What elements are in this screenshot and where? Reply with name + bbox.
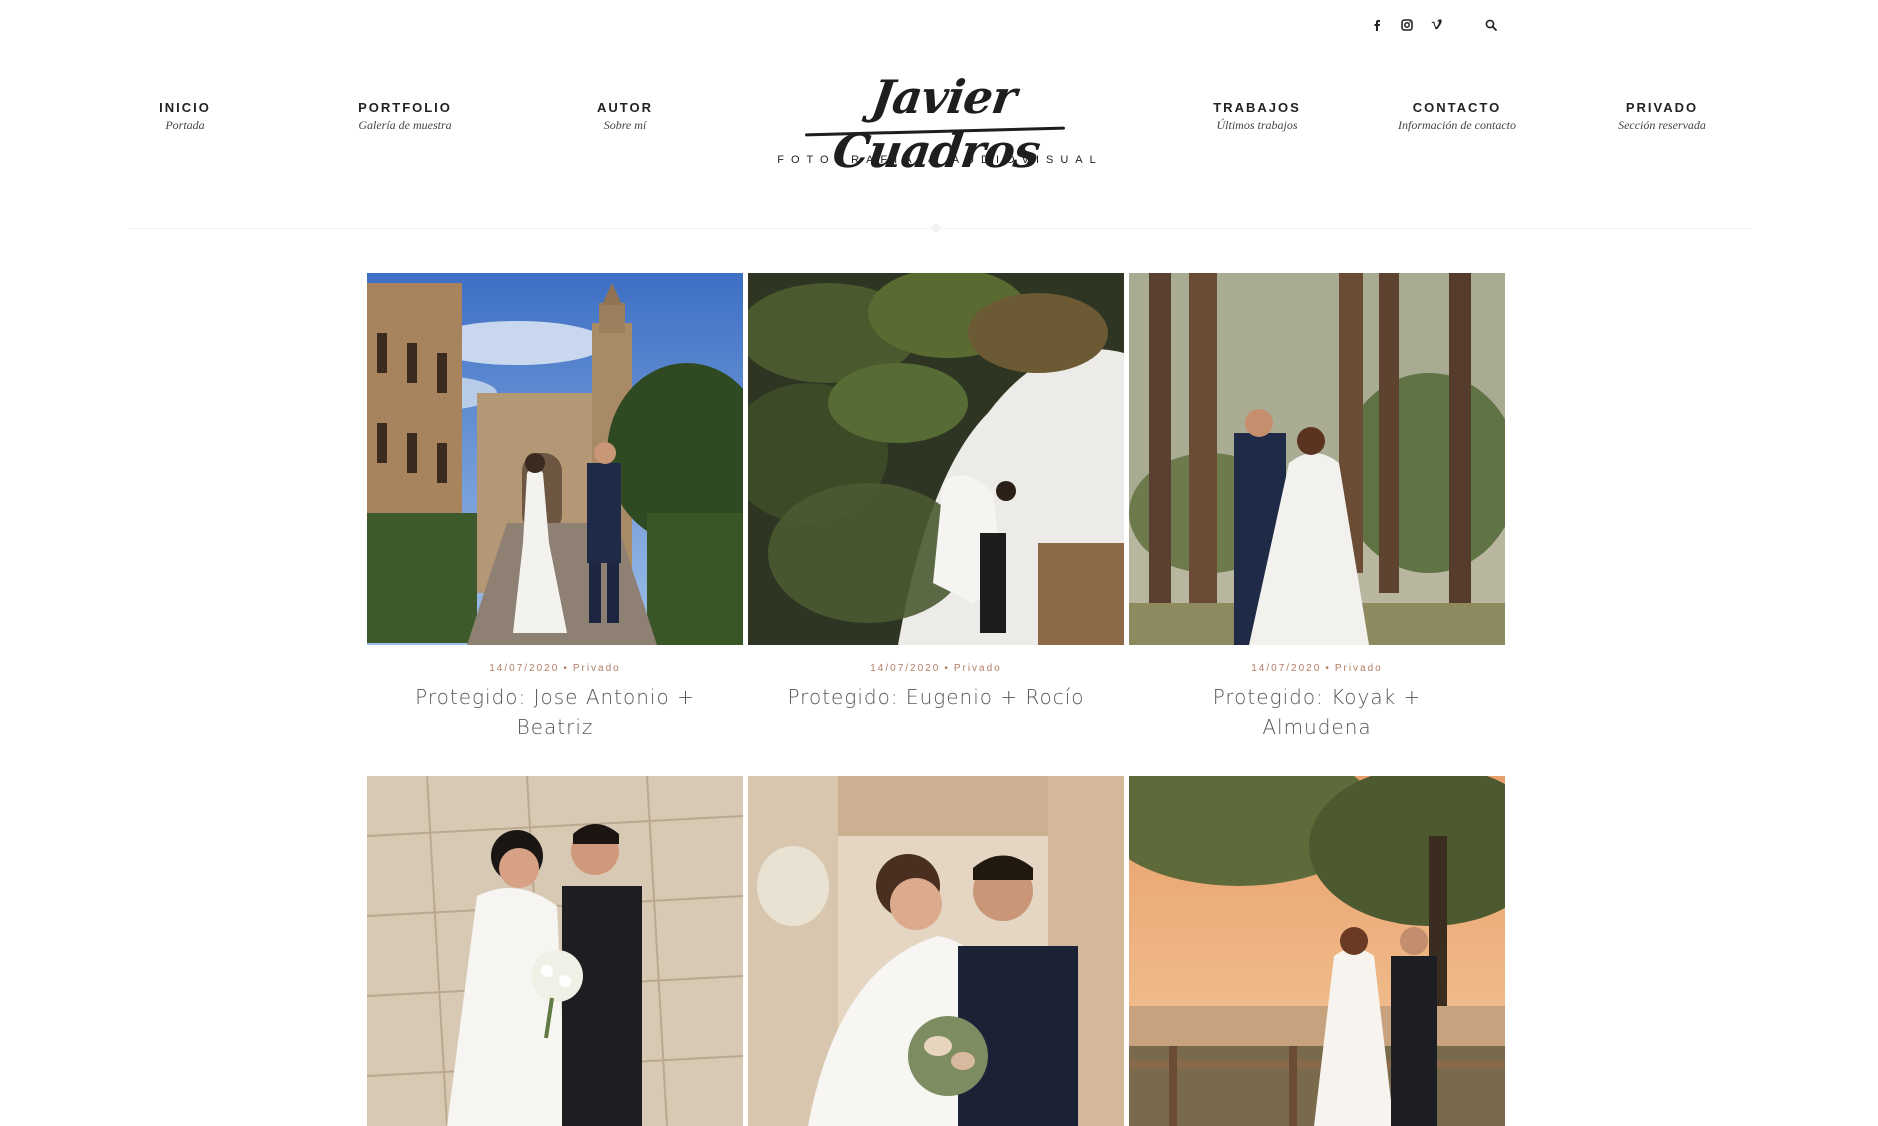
posts-grid: 14/07/2020 • Privado Protegido: Jose Anton… bbox=[367, 273, 1509, 1126]
nav-subtitle: Galería de muestra bbox=[358, 118, 452, 132]
nav-item-contacto[interactable]: CONTACTO Información de contacto bbox=[1398, 100, 1516, 133]
nav-item-trabajos[interactable]: TRABAJOS Últimos trabajos bbox=[1213, 100, 1301, 133]
nav-subtitle: Últimos trabajos bbox=[1216, 118, 1298, 132]
nav-label: INICIO bbox=[159, 100, 211, 115]
post-title[interactable]: Protegido: Eugenio + Rocío bbox=[778, 682, 1094, 742]
site-logo[interactable]: Javier Cuadros FOTOGRAFÍA & AUDIOVISUAL bbox=[775, 62, 1105, 182]
post-date: 14/07/2020 bbox=[1251, 663, 1322, 674]
facebook-icon[interactable] bbox=[1370, 18, 1384, 32]
meta-separator: • bbox=[563, 663, 569, 674]
post-date: 14/07/2020 bbox=[870, 663, 941, 674]
post-title[interactable]: Protegido: Koyak + Almudena bbox=[1159, 682, 1475, 742]
nav-item-inicio[interactable]: INICIO Portada bbox=[159, 100, 211, 133]
post-thumbnail[interactable] bbox=[367, 273, 743, 645]
logo-tagline: FOTOGRAFÍA & AUDIOVISUAL bbox=[777, 154, 1103, 166]
vimeo-icon[interactable] bbox=[1430, 18, 1444, 32]
post-card[interactable] bbox=[1129, 776, 1505, 1126]
post-card[interactable] bbox=[748, 776, 1124, 1126]
post-category[interactable]: Privado bbox=[1335, 663, 1383, 674]
site-header: INICIO Portada PORTFOLIO Galería de mues… bbox=[0, 56, 1878, 186]
post-card[interactable]: 14/07/2020 • Privado Protegido: Koyak + Al… bbox=[1129, 273, 1505, 776]
meta-separator: • bbox=[944, 663, 950, 674]
search-icon[interactable] bbox=[1484, 18, 1498, 32]
post-category[interactable]: Privado bbox=[573, 663, 621, 674]
post-meta: 14/07/2020 • Privado bbox=[367, 663, 743, 674]
nav-subtitle: Información de contacto bbox=[1398, 118, 1516, 132]
nav-label: PRIVADO bbox=[1625, 100, 1699, 115]
post-date: 14/07/2020 bbox=[489, 663, 560, 674]
social-bar bbox=[1370, 18, 1498, 32]
meta-separator: • bbox=[1325, 663, 1331, 674]
nav-item-autor[interactable]: AUTOR Sobre mí bbox=[597, 100, 653, 133]
post-card[interactable]: 14/07/2020 • Privado Protegido: Eugenio + … bbox=[748, 273, 1124, 776]
nav-label: TRABAJOS bbox=[1213, 100, 1301, 115]
divider-dot bbox=[932, 224, 940, 232]
nav-label: PORTFOLIO bbox=[358, 100, 452, 115]
post-meta: 14/07/2020 • Privado bbox=[1129, 663, 1505, 674]
instagram-icon[interactable] bbox=[1400, 18, 1414, 32]
nav-subtitle: Sección reservada bbox=[1618, 118, 1706, 132]
nav-subtitle: Portada bbox=[165, 118, 205, 132]
nav-label: AUTOR bbox=[597, 100, 653, 115]
nav-label: CONTACTO bbox=[1412, 100, 1502, 115]
post-thumbnail[interactable] bbox=[748, 273, 1124, 645]
post-title[interactable]: Protegido: Jose Antonio + Beatriz bbox=[397, 682, 713, 742]
nav-item-portfolio[interactable]: PORTFOLIO Galería de muestra bbox=[358, 100, 452, 133]
nav-item-privado[interactable]: PRIVADO Sección reservada bbox=[1618, 100, 1706, 133]
post-thumbnail[interactable] bbox=[367, 776, 743, 1126]
post-card[interactable] bbox=[367, 776, 743, 1126]
nav-subtitle: Sobre mí bbox=[603, 118, 647, 132]
post-card[interactable]: 14/07/2020 • Privado Protegido: Jose Anton… bbox=[367, 273, 743, 776]
post-thumbnail[interactable] bbox=[1129, 273, 1505, 645]
post-thumbnail[interactable] bbox=[748, 776, 1124, 1126]
post-category[interactable]: Privado bbox=[954, 663, 1002, 674]
post-meta: 14/07/2020 • Privado bbox=[748, 663, 1124, 674]
post-thumbnail[interactable] bbox=[1129, 776, 1505, 1126]
header-divider bbox=[130, 228, 1750, 229]
